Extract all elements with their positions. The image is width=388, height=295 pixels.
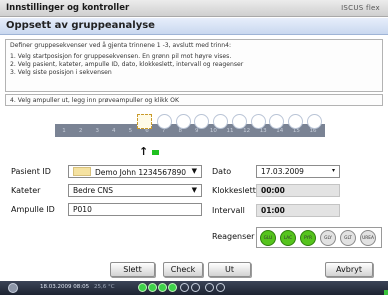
status-led-icon <box>158 283 167 292</box>
interval-label: Intervall <box>212 206 245 215</box>
chevron-down-icon: ▼ <box>191 167 197 175</box>
position-number[interactable]: 1 <box>57 128 71 134</box>
ampoule-id-input[interactable]: P010 <box>68 203 202 216</box>
date-label: Dato <box>212 167 232 176</box>
time-label: Klokkeslett <box>212 186 256 195</box>
reagent-toggle-pyr[interactable]: PYR <box>300 230 316 246</box>
chevron-down-icon: ▾ <box>331 167 335 174</box>
ampoule-slots <box>157 114 327 140</box>
time-field[interactable]: 00:00 <box>256 184 340 197</box>
power-icon[interactable] <box>8 283 18 293</box>
date-select[interactable]: 17.03.2009 ▾ <box>256 165 340 178</box>
ampoule-slot[interactable] <box>306 114 322 129</box>
status-corner-icon <box>384 290 388 295</box>
instruction-intro: Definer gruppesekvenser ved å gjenta tri… <box>10 42 232 49</box>
position-number[interactable]: 5 <box>123 128 137 134</box>
ampoule-id-value: P010 <box>73 205 92 214</box>
instructions-panel: Definer gruppesekvenser ved å gjenta tri… <box>5 39 383 92</box>
status-temperature: 25,6 °C <box>94 284 115 290</box>
reagent-toggle-glu[interactable]: GLU <box>260 230 276 246</box>
status-led-icon <box>138 283 147 292</box>
status-led-icon <box>216 283 225 292</box>
delete-button[interactable]: Slett <box>110 262 155 277</box>
interval-value: 01:00 <box>261 206 285 215</box>
instruction-step-1: 1. Velg startposisjon for gruppesekvense… <box>10 53 232 61</box>
status-bar: 18.03.2009 08:05 25,6 °C <box>0 281 388 295</box>
ampoule-slot[interactable] <box>287 114 303 129</box>
reagent-toggle-lac[interactable]: LAC <box>280 230 296 246</box>
status-datetime: 18.03.2009 08:05 <box>40 284 90 290</box>
ampoule-slot[interactable] <box>231 114 247 129</box>
position-number[interactable]: 2 <box>74 128 88 134</box>
ampoule-slot[interactable] <box>250 114 266 129</box>
patient-id-select[interactable]: Demo John 1234567890 ▼ <box>68 165 202 178</box>
catheter-value: Bedre CNS <box>73 186 114 195</box>
ampoule-slot[interactable] <box>269 114 285 129</box>
reagent-toggle-urea[interactable]: UREA <box>360 230 376 246</box>
instruction-step-3: 3. Velg siste posisjon i sekvensen <box>10 69 112 77</box>
status-led-icon <box>180 283 189 292</box>
cancel-button[interactable]: Avbryt <box>325 262 373 277</box>
ampoule-slot[interactable] <box>157 114 172 129</box>
patient-color-swatch <box>73 167 91 176</box>
status-led-icon <box>205 283 214 292</box>
ampoule-id-label: Ampulle ID <box>11 205 55 214</box>
instruction-step-2: 2. Velg pasient, kateter, ampulle ID, da… <box>10 61 244 69</box>
catheter-select[interactable]: Bedre CNS ▼ <box>68 184 202 197</box>
out-button[interactable]: Ut <box>208 262 251 277</box>
section-header: Oppsett av gruppeanalyse <box>0 18 388 35</box>
ampoule-slot[interactable] <box>175 114 191 129</box>
window-title: Innstillinger og kontroller <box>6 3 130 13</box>
position-number[interactable]: 4 <box>107 128 121 134</box>
patient-id-label: Pasient ID <box>11 167 51 176</box>
brand-logo: ISCUS flex <box>341 4 380 12</box>
ampoule-slot[interactable] <box>213 114 229 129</box>
title-bar: Innstillinger og kontroller ISCUS flex <box>0 0 388 17</box>
ampoule-slot[interactable] <box>194 114 210 129</box>
status-led-icon <box>191 283 200 292</box>
patient-id-value: Demo John 1234567890 <box>95 168 187 177</box>
selected-position[interactable] <box>137 114 152 129</box>
instruction-step-4-panel: 4. Velg ampuller ut, legg inn prøveampul… <box>5 94 383 106</box>
page-title: Oppsett av gruppeanalyse <box>6 20 155 31</box>
reagents-label: Reagenser <box>212 232 255 241</box>
chevron-down-icon: ▼ <box>191 186 197 194</box>
interval-field[interactable]: 01:00 <box>256 204 340 217</box>
reagent-toggle-glt[interactable]: GLT <box>340 230 356 246</box>
arrow-up-icon: ↑ <box>139 145 149 158</box>
reagent-toggle-gly[interactable]: GLY <box>320 230 336 246</box>
catheter-label: Kateter <box>11 186 41 195</box>
start-marker-icon <box>152 150 159 155</box>
reagent-selector: GLU LAC PYR GLY GLT UREA <box>256 227 382 248</box>
status-led-icon <box>168 283 177 292</box>
instruction-step-4: 4. Velg ampuller ut, legg inn prøveampul… <box>10 97 179 104</box>
check-button[interactable]: Check <box>163 262 203 277</box>
status-led-icon <box>148 283 157 292</box>
date-value: 17.03.2009 <box>261 167 304 176</box>
position-number[interactable]: 3 <box>90 128 104 134</box>
time-value: 00:00 <box>261 186 285 195</box>
